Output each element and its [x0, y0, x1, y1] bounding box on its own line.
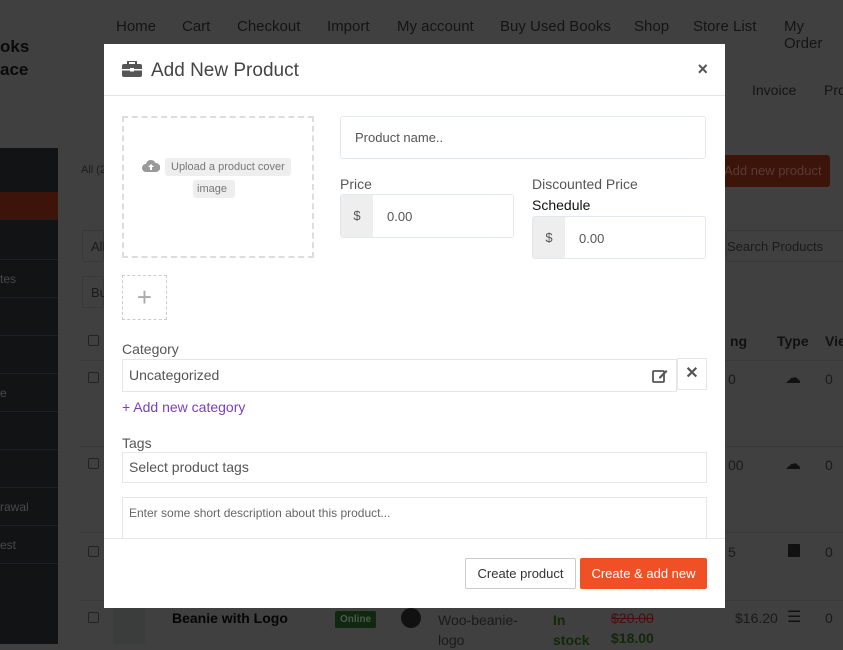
nav-shop[interactable]: Shop	[634, 18, 669, 35]
upload-text: image	[193, 180, 235, 198]
sidebar: tes e rawal est	[0, 148, 58, 644]
nav-import[interactable]: Import	[327, 18, 370, 35]
row-checkbox[interactable]	[88, 612, 99, 623]
tags-label: Tags	[122, 435, 152, 451]
price-placeholder: 0.00	[387, 209, 413, 224]
add-product-modal: Add New Product × Upload a product cover…	[104, 44, 725, 608]
modal-header: Add New Product ×	[104, 44, 725, 96]
row-checkbox[interactable]	[88, 372, 99, 383]
add-new-product-button[interactable]: Add new product	[720, 155, 830, 187]
cloud-upload-icon	[142, 159, 160, 172]
discount-placeholder: 0.00	[579, 231, 605, 246]
schedule-link[interactable]: Schedule	[532, 197, 590, 213]
megaphone-icon	[401, 608, 421, 628]
earning: $16.20	[735, 610, 778, 626]
row-views: 0	[825, 610, 833, 626]
modal-title: Add New Product	[151, 60, 299, 81]
row-price: 00	[728, 457, 744, 473]
nav-invoice[interactable]: Invoice	[752, 82, 796, 98]
category-value: Uncategorized	[129, 367, 220, 383]
column-listing: ng	[730, 333, 748, 349]
row-views: 0	[825, 457, 833, 473]
sidebar-item-label: tes	[0, 272, 17, 286]
sidebar-item[interactable]	[0, 450, 58, 488]
price-label: Price	[340, 176, 372, 192]
clear-category-button[interactable]: ✕	[677, 358, 707, 390]
product-sku: Woo-beanie-logo	[438, 612, 518, 648]
sidebar-item[interactable]: rawal	[0, 488, 58, 526]
sidebar-item-label: rawal	[0, 500, 29, 514]
product-name-link[interactable]: Beanie with Logo	[172, 610, 288, 626]
sidebar-item[interactable]	[0, 222, 58, 260]
close-button[interactable]: ×	[697, 59, 708, 80]
sidebar-item-active[interactable]	[0, 192, 58, 220]
sidebar-item-label: est	[0, 538, 17, 552]
nav-checkout[interactable]: Checkout	[237, 18, 300, 35]
upload-text: Upload a product cover	[165, 158, 291, 176]
column-type: Type	[777, 333, 809, 349]
create-and-add-new-button[interactable]: Create & add new	[580, 558, 707, 589]
nav-cart[interactable]: Cart	[182, 18, 210, 35]
row-checkbox[interactable]	[88, 458, 99, 469]
currency-addon: $	[341, 195, 373, 237]
row-price: 0	[728, 371, 736, 387]
regular-price: $20.00	[611, 610, 654, 626]
row-views: 0	[825, 544, 833, 560]
row-price: 5	[728, 544, 736, 560]
modal-footer: Create product Create & add new	[104, 538, 725, 608]
nav-my-account[interactable]: My account	[397, 18, 474, 35]
edit-icon[interactable]	[652, 368, 668, 384]
briefcase-icon	[122, 61, 142, 77]
nav-my-orders[interactable]: My Order	[784, 18, 843, 52]
category-label: Category	[122, 341, 179, 357]
sidebar-item[interactable]: tes	[0, 260, 58, 298]
currency-addon: $	[533, 217, 565, 258]
filter-select[interactable]: All	[82, 230, 105, 262]
calendar-icon	[788, 544, 800, 557]
category-select[interactable]: Uncategorized	[122, 359, 677, 392]
nav-store-list[interactable]: Store List	[693, 18, 756, 35]
sidebar-item[interactable]: e	[0, 374, 58, 412]
nav-pro[interactable]: Pro	[824, 82, 843, 98]
cover-image-upload[interactable]: Upload a product cover image	[122, 116, 314, 258]
status-badge: Online	[335, 611, 377, 628]
sidebar-item-label: e	[0, 386, 7, 400]
discount-label: Discounted Price	[532, 176, 638, 192]
search-products-input[interactable]: Search Products	[726, 230, 843, 262]
select-all-checkbox[interactable]	[88, 335, 99, 346]
column-views: Vie	[825, 333, 843, 349]
site-logo-line-1: oks	[0, 37, 30, 56]
sidebar-item[interactable]	[0, 336, 58, 374]
create-product-button[interactable]: Create product	[465, 558, 576, 589]
product-thumbnail	[113, 608, 145, 644]
price-input[interactable]: $ 0.00	[340, 194, 514, 238]
sidebar-item[interactable]	[0, 412, 58, 450]
product-name-input[interactable]: Product name..	[340, 116, 706, 159]
add-gallery-image-button[interactable]: +	[122, 275, 167, 320]
site-logo-line-2: ace	[0, 60, 29, 79]
status-filter[interactable]: All (2	[81, 164, 106, 176]
nav-buy-used-books[interactable]: Buy Used Books	[500, 18, 611, 35]
sidebar-item[interactable]: est	[0, 526, 58, 564]
add-new-category-link[interactable]: + Add new category	[122, 399, 245, 415]
bars-icon: ☰	[787, 609, 802, 626]
bulk-action-select[interactable]: Bu	[82, 276, 107, 308]
sidebar-item[interactable]	[0, 298, 58, 336]
stock-status: In stock	[553, 612, 590, 648]
cloud-icon: ☁	[785, 456, 801, 473]
cloud-icon: ☁	[785, 370, 801, 387]
tags-input[interactable]: Select product tags	[122, 452, 707, 483]
row-checkbox[interactable]	[88, 546, 99, 557]
discount-price-input[interactable]: $ 0.00	[532, 216, 706, 259]
nav-home[interactable]: Home	[116, 18, 156, 35]
row-views: 0	[825, 371, 833, 387]
